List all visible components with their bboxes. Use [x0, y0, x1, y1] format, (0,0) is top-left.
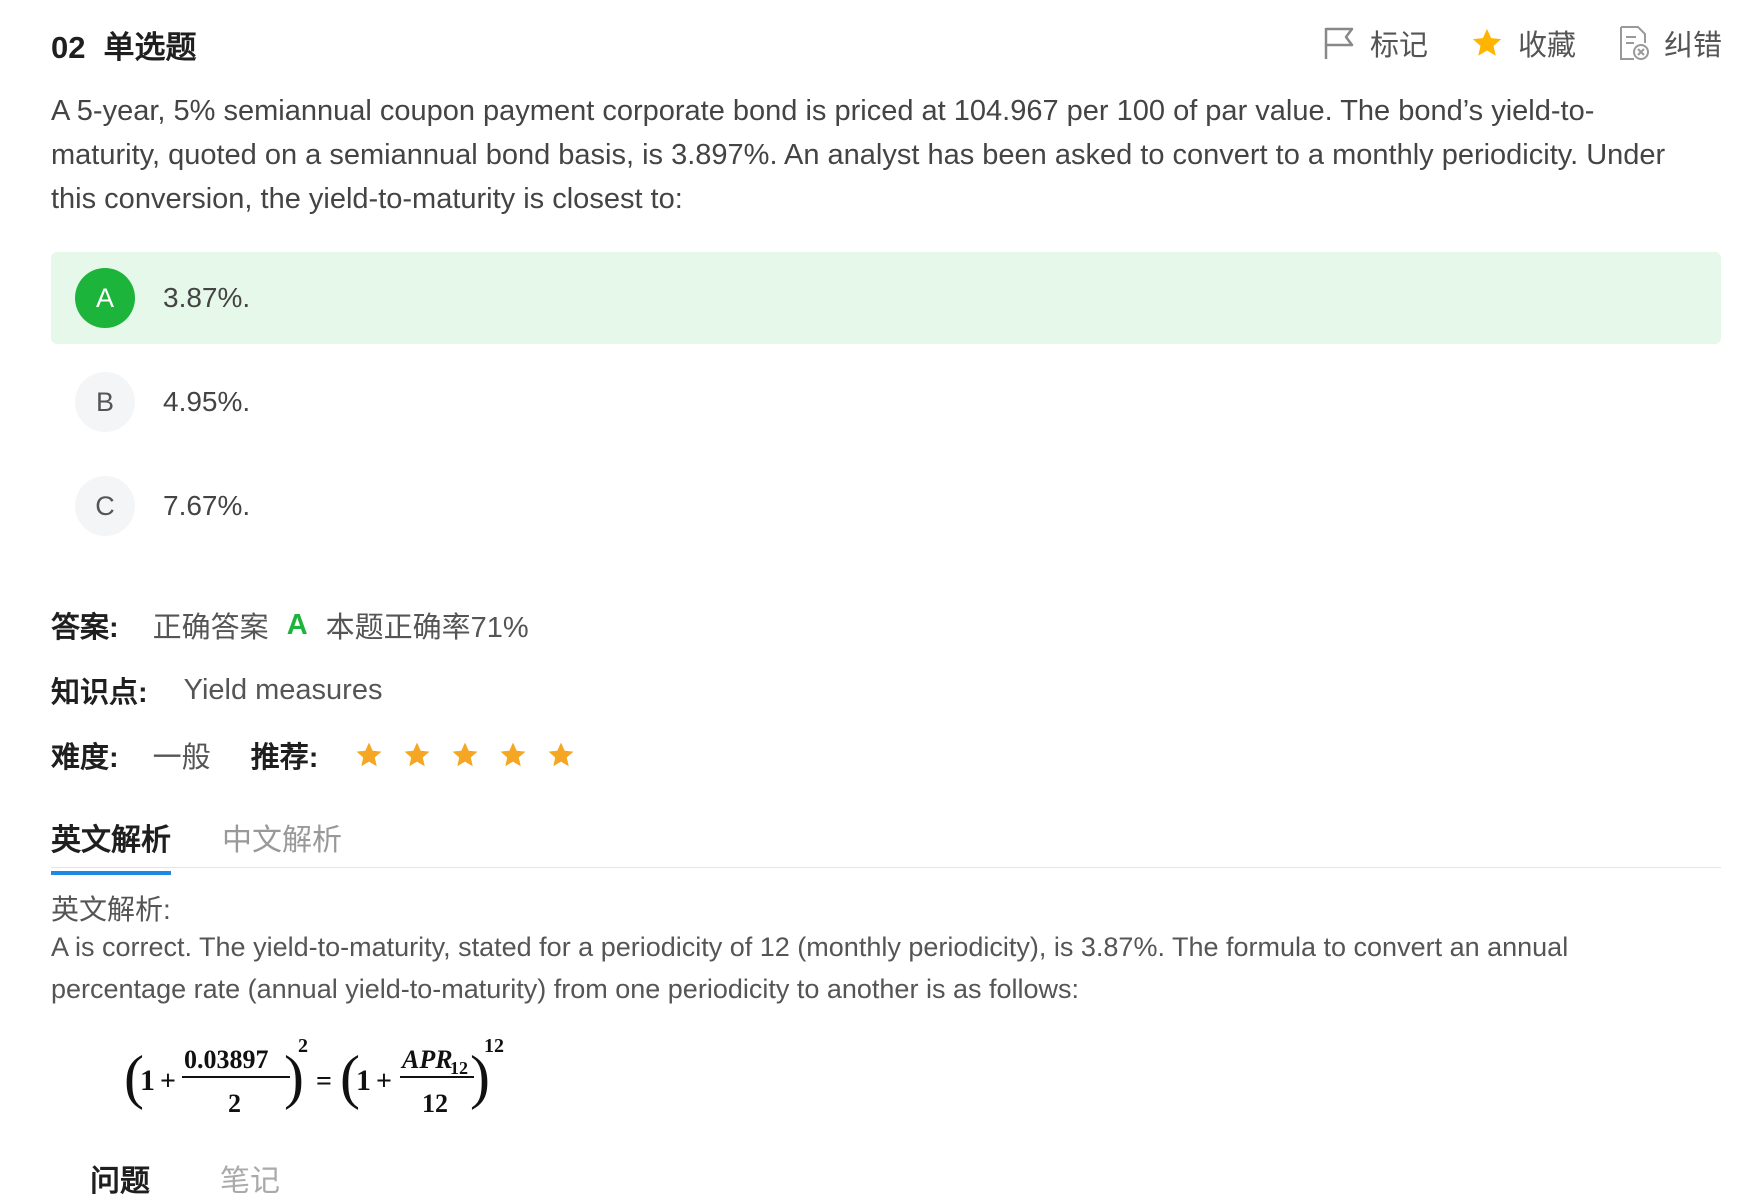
answer-label: 答案:	[51, 612, 119, 644]
knowledge-label: 知识点:	[51, 677, 148, 709]
knowledge-value: Yield measures	[183, 673, 383, 706]
tab-english-explanation[interactable]: 英文解析	[51, 815, 171, 875]
report-label: 纠错	[1663, 30, 1722, 62]
correct-answer-prefix: 正确答案	[152, 612, 269, 644]
toolbar: 标记 收藏 纠错	[1322, 22, 1722, 64]
star-icon	[500, 742, 526, 767]
option-text: 4.95%.	[163, 386, 251, 417]
report-document-icon	[1618, 25, 1650, 61]
option-a[interactable]: A 3.87%.	[51, 252, 1721, 344]
star-icon	[452, 742, 478, 767]
star-icon	[548, 742, 574, 767]
question-type: 单选题	[103, 30, 197, 65]
option-text: 3.87%.	[163, 282, 251, 313]
option-letter: B	[75, 372, 135, 432]
formula-plus: +	[160, 1066, 176, 1097]
option-b[interactable]: B 4.95%.	[51, 356, 1721, 448]
conversion-formula: ( 1 + 0.03897 2 ) 2 = ( 1 + APR 12 12 ) …	[120, 1030, 540, 1125]
favorite-label: 收藏	[1517, 30, 1576, 62]
knowledge-row: 知识点: Yield measures	[51, 669, 382, 711]
question-header: 02 单选题 标记 收藏 纠错	[51, 22, 1722, 66]
option-text: 7.67%.	[163, 490, 251, 521]
difficulty-value: 一般	[152, 742, 211, 774]
explanation-title: 英文解析:	[51, 894, 171, 925]
formula-equals: =	[316, 1066, 332, 1097]
question-text: A 5-year, 5% semiannual coupon payment c…	[51, 95, 1666, 215]
formula-plus-right: +	[376, 1066, 392, 1097]
favorite-button[interactable]: 收藏	[1470, 22, 1576, 64]
formula-denominator-right: 12	[422, 1089, 448, 1118]
tab-chinese-explanation[interactable]: 中文解析	[222, 815, 342, 871]
tab-questions[interactable]: 问题	[90, 1165, 150, 1198]
recommend-label: 推荐:	[250, 742, 319, 774]
option-c[interactable]: C 7.67%.	[51, 460, 1721, 552]
formula-one: 1	[140, 1064, 155, 1097]
mark-label: 标记	[1369, 30, 1428, 62]
option-letter: C	[75, 476, 135, 536]
difficulty-row: 难度: 一般 推荐:	[51, 734, 576, 776]
difficulty-label: 难度:	[51, 742, 119, 774]
formula-numerator-right: APR	[400, 1045, 453, 1074]
mark-button[interactable]: 标记	[1322, 22, 1428, 64]
formula-exponent-left: 2	[298, 1035, 308, 1057]
tab-notes[interactable]: 笔记	[220, 1165, 280, 1198]
explanation-body: A is correct. The yield-to-maturity, sta…	[51, 932, 1569, 1004]
report-error-button[interactable]: 纠错	[1618, 22, 1722, 64]
bottom-tabs: 问题 笔记	[90, 1156, 280, 1200]
formula-numerator-right-sub: 12	[450, 1058, 468, 1078]
recommend-stars	[354, 740, 576, 770]
star-icon	[356, 742, 382, 767]
option-letter: A	[75, 268, 135, 328]
question-number: 02	[51, 30, 86, 65]
flag-icon	[1322, 25, 1356, 61]
accuracy-rate: 本题正确率71%	[325, 612, 529, 644]
explanation-tabs: 英文解析 中文解析	[51, 805, 1721, 875]
question-title: 02 单选题	[51, 22, 196, 67]
formula-denominator-left: 2	[228, 1089, 241, 1118]
star-icon	[1470, 26, 1504, 60]
formula-numerator-left: 0.03897	[184, 1045, 269, 1074]
formula-exponent-right: 12	[484, 1035, 504, 1057]
formula-one-right: 1	[356, 1064, 371, 1097]
star-icon	[404, 742, 430, 767]
answer-row: 答案: 正确答案 A 本题正确率71%	[51, 604, 529, 646]
correct-answer-letter: A	[286, 608, 308, 641]
